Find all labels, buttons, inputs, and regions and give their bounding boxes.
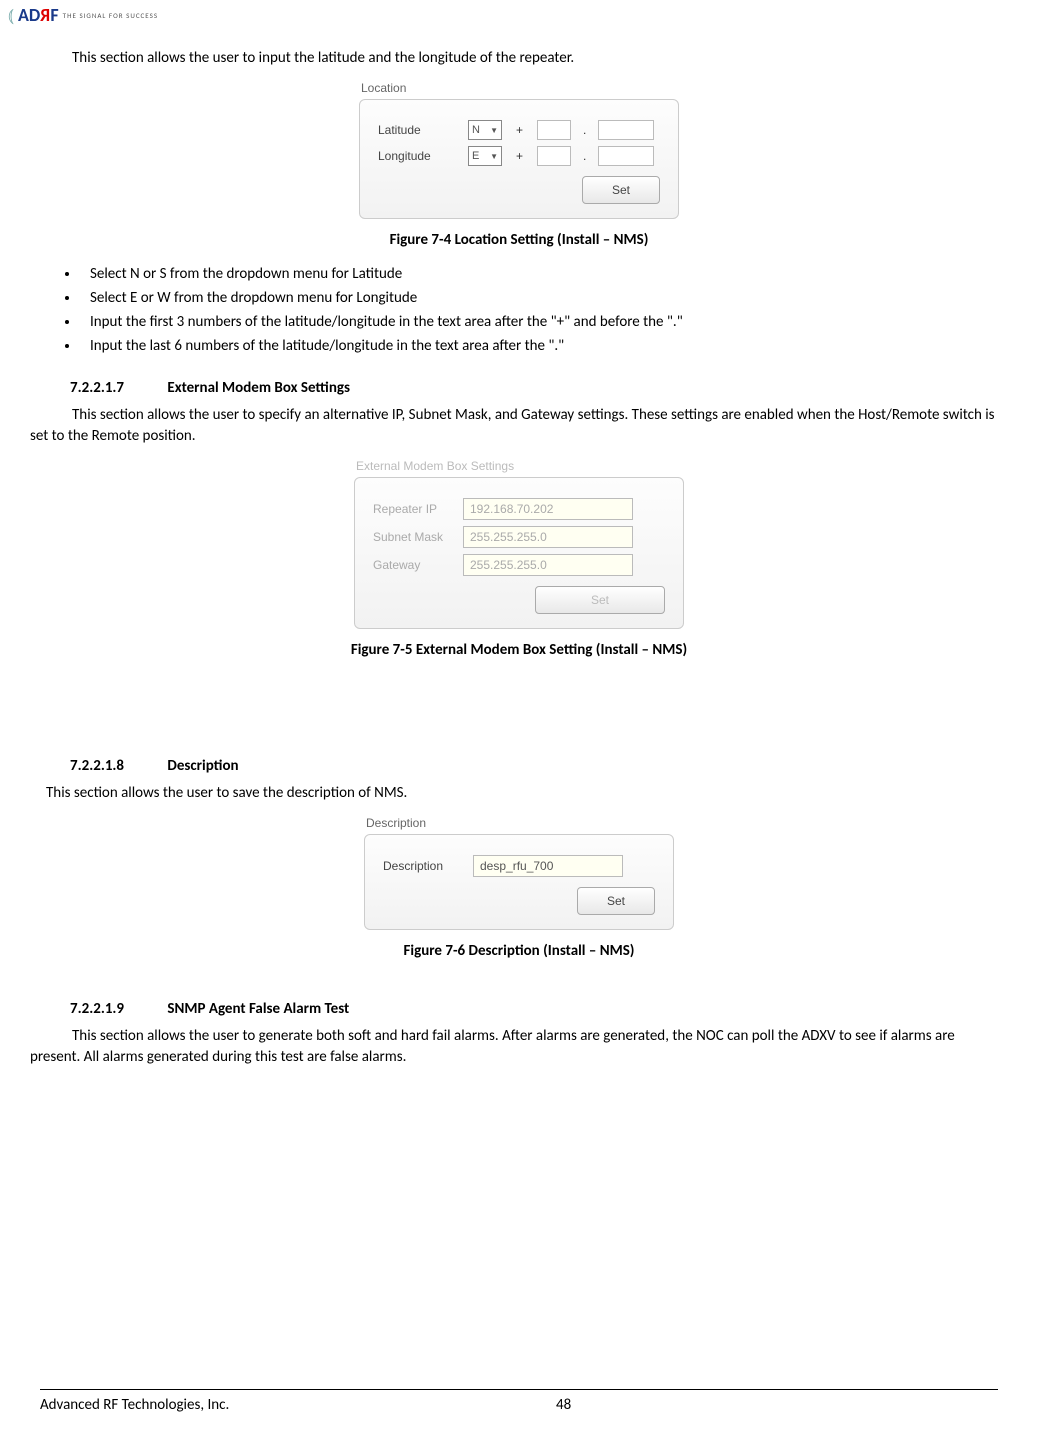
intro-paragraph: This section allows the user to input th… xyxy=(72,48,1008,69)
longitude-select[interactable]: E ▼ xyxy=(468,146,502,166)
logo-tagline: THE SIGNAL FOR SUCCESS xyxy=(63,11,158,20)
modem-panel-title: External Modem Box Settings xyxy=(354,459,684,473)
latitude-input-1[interactable] xyxy=(537,120,571,140)
longitude-label: Longitude xyxy=(378,149,458,163)
section-8-body: This section allows the user to save the… xyxy=(46,783,1008,804)
heading-title: Description xyxy=(167,757,238,775)
plus-sign: + xyxy=(512,123,527,137)
latitude-label: Latitude xyxy=(378,123,458,137)
list-item: Input the last 6 numbers of the latitude… xyxy=(80,337,1008,355)
footer-page-number: 48 xyxy=(129,1396,998,1414)
longitude-input-1[interactable] xyxy=(537,146,571,166)
chevron-down-icon: ▼ xyxy=(490,126,498,135)
heading-title: SNMP Agent False Alarm Test xyxy=(167,1000,349,1018)
longitude-select-value: E xyxy=(472,150,479,162)
heading-number: 7.2.2.1.9 xyxy=(70,1000,164,1018)
bullet-list: Select N or S from the dropdown menu for… xyxy=(80,265,1008,355)
page-footer: Advanced RF Technologies, Inc. 48 xyxy=(40,1389,998,1414)
subnet-mask-label: Subnet Mask xyxy=(373,530,453,544)
figure-7-4-image: Location Latitude N ▼ + . Longitude xyxy=(30,81,1008,219)
header-logo: ⦅ ADRF THE SIGNAL FOR SUCCESS xyxy=(8,4,158,26)
repeater-ip-label: Repeater IP xyxy=(373,502,453,516)
location-panel-title: Location xyxy=(359,81,679,95)
section-7-2-2-1-8-heading: 7.2.2.1.8 Description xyxy=(70,757,1008,775)
latitude-select[interactable]: N ▼ xyxy=(468,120,502,140)
list-item: Select N or S from the dropdown menu for… xyxy=(80,265,1008,283)
description-set-button[interactable]: Set xyxy=(577,887,655,915)
plus-sign: + xyxy=(512,149,527,163)
figure-7-5-caption: Figure 7-5 External Modem Box Setting (I… xyxy=(30,641,1008,659)
figure-7-6-caption: Figure 7-6 Description (Install – NMS) xyxy=(30,942,1008,960)
gateway-input[interactable]: 255.255.255.0 xyxy=(463,554,633,576)
latitude-select-value: N xyxy=(472,124,480,136)
chevron-down-icon: ▼ xyxy=(490,152,498,161)
section-7-body: This section allows the user to specify … xyxy=(30,405,1008,447)
description-input[interactable]: desp_rfu_700 xyxy=(473,855,623,877)
longitude-input-2[interactable] xyxy=(598,146,654,166)
section-9-body: This section allows the user to generate… xyxy=(30,1026,1008,1068)
description-label: Description xyxy=(383,859,463,873)
list-item: Input the first 3 numbers of the latitud… xyxy=(80,313,1008,331)
list-item: Select E or W from the dropdown menu for… xyxy=(80,289,1008,307)
logo-curve-icon: ⦅ xyxy=(8,4,14,26)
heading-number: 7.2.2.1.8 xyxy=(70,757,164,775)
logo-text: ADRF xyxy=(18,4,59,26)
figure-7-5-image: External Modem Box Settings Repeater IP … xyxy=(30,459,1008,629)
latitude-input-2[interactable] xyxy=(598,120,654,140)
figure-7-6-image: Description Description desp_rfu_700 Set xyxy=(30,816,1008,930)
repeater-ip-input[interactable]: 192.168.70.202 xyxy=(463,498,633,520)
gateway-label: Gateway xyxy=(373,558,453,572)
location-set-button[interactable]: Set xyxy=(582,176,660,204)
description-panel-title: Description xyxy=(364,816,674,830)
dot-sign: . xyxy=(581,123,588,137)
heading-title: External Modem Box Settings xyxy=(167,379,350,397)
modem-set-button[interactable]: Set xyxy=(535,586,665,614)
heading-number: 7.2.2.1.7 xyxy=(70,379,164,397)
subnet-mask-input[interactable]: 255.255.255.0 xyxy=(463,526,633,548)
section-7-2-2-1-7-heading: 7.2.2.1.7 External Modem Box Settings xyxy=(70,379,1008,397)
figure-7-4-caption: Figure 7-4 Location Setting (Install – N… xyxy=(30,231,1008,249)
dot-sign: . xyxy=(581,149,588,163)
section-7-2-2-1-9-heading: 7.2.2.1.9 SNMP Agent False Alarm Test xyxy=(70,1000,1008,1018)
